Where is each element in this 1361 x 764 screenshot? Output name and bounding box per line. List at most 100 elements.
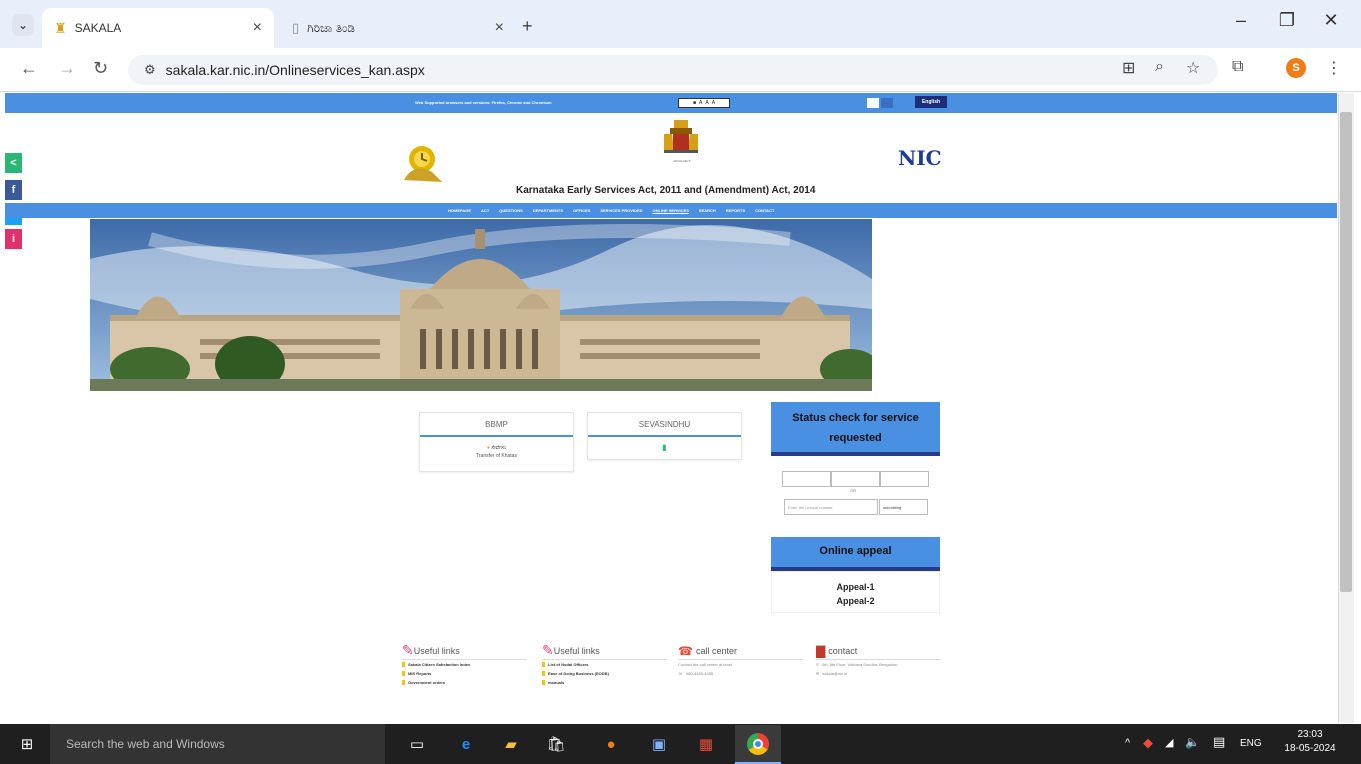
footer-link[interactable]: Ease of Doing Business (EODB) (542, 669, 667, 678)
status-input-2[interactable] (831, 471, 880, 487)
network-icon[interactable]: ◢ (1165, 736, 1173, 749)
footer-link[interactable]: List of Nodal Officers (542, 660, 667, 669)
tray-chevron-icon[interactable]: ^ (1125, 737, 1130, 749)
forward-icon[interactable]: → (58, 58, 76, 79)
nav-services-provided[interactable]: SERVICES PROVIDED (600, 208, 642, 213)
volume-icon[interactable]: 🔈 (1185, 735, 1200, 749)
store-icon[interactable]: 🛍 (545, 733, 567, 755)
font-decrease-icon[interactable]: ■ (693, 100, 696, 106)
font-size-controls[interactable]: ■ A A A (678, 98, 730, 108)
windows-start-icon[interactable]: ⊞ (16, 733, 38, 755)
tab-title: SAKALA (74, 21, 122, 35)
font-increase-icon[interactable]: A (705, 100, 708, 106)
tab-second[interactable]: ▯ ಗಿರಿಜಾ ತಿಂಡಿ × (280, 8, 516, 48)
office-app-icon[interactable]: ▦ (695, 733, 717, 755)
site-settings-icon[interactable]: ⚙ (144, 62, 156, 78)
font-large-icon[interactable]: A (712, 100, 715, 106)
share-toggle-icon[interactable]: < (5, 153, 22, 173)
footer-col2-title: Useful links (553, 645, 600, 656)
profile-avatar[interactable]: S (1286, 58, 1306, 78)
call-center-text: Contact the call center at least (678, 662, 732, 667)
footer-link[interactable]: Sakala Citizen Satisfaction Index (402, 660, 527, 669)
pen-icon: ✎ (542, 642, 554, 658)
act-title: Karnataka Early Services Act, 2011 and (… (516, 185, 816, 196)
nav-list: HOMEPAGE ACT QUESTIONS DEPARTMENTS OFFIC… (448, 208, 784, 213)
restore-icon[interactable]: ❐ (1272, 10, 1302, 31)
extensions-icon[interactable]: ⧉ (1232, 58, 1243, 76)
tab-title: ಗಿರಿಜಾ ತಿಂಡಿ (307, 20, 355, 35)
sevasindhu-logo-icon: ▮ (662, 443, 667, 452)
facebook-icon[interactable]: f (5, 180, 22, 200)
font-normal-icon[interactable]: A (699, 100, 702, 106)
task-view-icon[interactable]: ▭ (406, 733, 428, 755)
file-explorer-icon[interactable]: ▰ (500, 733, 522, 755)
footer-contact: ▇ contact ⚲ 4th, 8th Floor, Vidhana Soudha… (816, 642, 941, 678)
notification-icon[interactable]: ▤ (1213, 734, 1225, 750)
footer-link[interactable]: MIS Reports (402, 669, 527, 678)
status-input-1[interactable] (782, 471, 831, 487)
phone-icon: ☏ (678, 671, 684, 676)
minimize-icon[interactable]: – (1226, 10, 1256, 31)
sakala-clock-logo-icon (400, 142, 450, 184)
status-submit-button[interactable]: submitting (879, 499, 928, 515)
appeal-2-link[interactable]: Appeal-2 (772, 596, 939, 606)
nav-search[interactable]: SEARCH (699, 208, 716, 213)
firefox-icon[interactable]: ● (600, 733, 622, 755)
appeal-1-link[interactable]: Appeal-1 (772, 582, 939, 592)
reload-icon[interactable]: ↻ (93, 58, 108, 79)
close-tab-icon[interactable]: × (495, 19, 504, 37)
bookmark-star-icon[interactable]: ☆ (1186, 58, 1200, 78)
bbmp-card[interactable]: BBMP ● ಸೇವೆಗಳು Transfer of Khatas (419, 412, 574, 472)
language-button[interactable]: English (915, 96, 947, 108)
mail-icon: ✉ (816, 671, 820, 676)
footer-col1-title: Useful links (413, 645, 460, 656)
top-info-strip: Web Supported browsers and versions: Fir… (5, 93, 1337, 113)
status-input-3[interactable] (880, 471, 929, 487)
nav-act[interactable]: ACT (481, 208, 489, 213)
scrollbar-thumb[interactable] (1340, 112, 1352, 592)
unique-number-input[interactable]: Enter the Unique number (784, 499, 878, 515)
vidhana-soudha-banner (90, 219, 872, 391)
menu-icon[interactable]: ⋮ (1326, 58, 1342, 78)
footer-useful-links-1: ✎ Useful links Sakala Citizen Satisfactio… (402, 642, 527, 687)
bbmp-sub: Transfer of Khatas (476, 453, 517, 459)
chrome-taskbar-active[interactable] (735, 725, 781, 764)
nav-questions[interactable]: QUESTIONS (499, 208, 523, 213)
online-appeal-title: Online appeal (771, 537, 940, 571)
tray-app-icon[interactable]: ◆ (1143, 735, 1153, 751)
url-field[interactable]: ⚙ sakala.kar.nic.in/Onlineservices_kan.a… (128, 55, 1218, 85)
contrast-dark-icon[interactable] (881, 98, 893, 108)
footer-col4-title: contact (828, 645, 858, 656)
footer-link[interactable]: manuals (542, 678, 667, 687)
nav-online-services[interactable]: ONLINE SERVICES (653, 208, 689, 213)
nav-reports[interactable]: REPORTS (726, 208, 745, 213)
sevasindhu-card[interactable]: SEVASINDHU ▮ (587, 412, 742, 460)
footer-useful-links-2: ✎ Useful links List of Nodal Officers Eas… (542, 642, 667, 687)
zoom-icon[interactable]: ⌕ (1155, 58, 1164, 76)
contrast-light-icon[interactable] (867, 98, 879, 108)
input-language[interactable]: ENG (1240, 738, 1262, 749)
contact-book-icon: ▇ (816, 643, 826, 658)
footer-link[interactable]: Government orders (402, 678, 527, 687)
browser-support-text: Web Supported browsers and versions: Fir… (415, 100, 552, 105)
translate-icon[interactable]: ⊞ (1122, 58, 1135, 78)
bbmp-link[interactable]: ● ಸೇವೆಗಳು (420, 445, 573, 451)
tab-search-icon[interactable]: ⌄ (12, 14, 34, 36)
emblem-favicon-icon: ♜ (54, 19, 67, 36)
call-center-phone: ☏ 080-4455-4455 (678, 671, 714, 676)
close-tab-icon[interactable]: × (253, 19, 262, 37)
instagram-icon[interactable]: i (5, 229, 22, 249)
nav-contact[interactable]: CONTACT (755, 208, 774, 213)
nav-homepage[interactable]: HOMEPAGE (448, 208, 471, 213)
tab-sakala[interactable]: ♜ SAKALA × (42, 8, 274, 48)
close-window-icon[interactable]: ✕ (1316, 10, 1346, 31)
photos-app-icon[interactable]: ▣ (648, 733, 670, 755)
new-tab-icon[interactable]: + (522, 16, 533, 37)
edge-icon[interactable]: e (455, 733, 477, 755)
clock[interactable]: 23:03 18-05-2024 (1280, 728, 1340, 756)
nav-offices[interactable]: OFFICES (573, 208, 590, 213)
nav-departments[interactable]: DEPARTMENTS (533, 208, 563, 213)
taskbar-search-box[interactable]: Search the web and Windows (50, 724, 385, 764)
sevasindhu-card-title: SEVASINDHU (588, 413, 741, 437)
back-icon[interactable]: ← (20, 58, 38, 79)
